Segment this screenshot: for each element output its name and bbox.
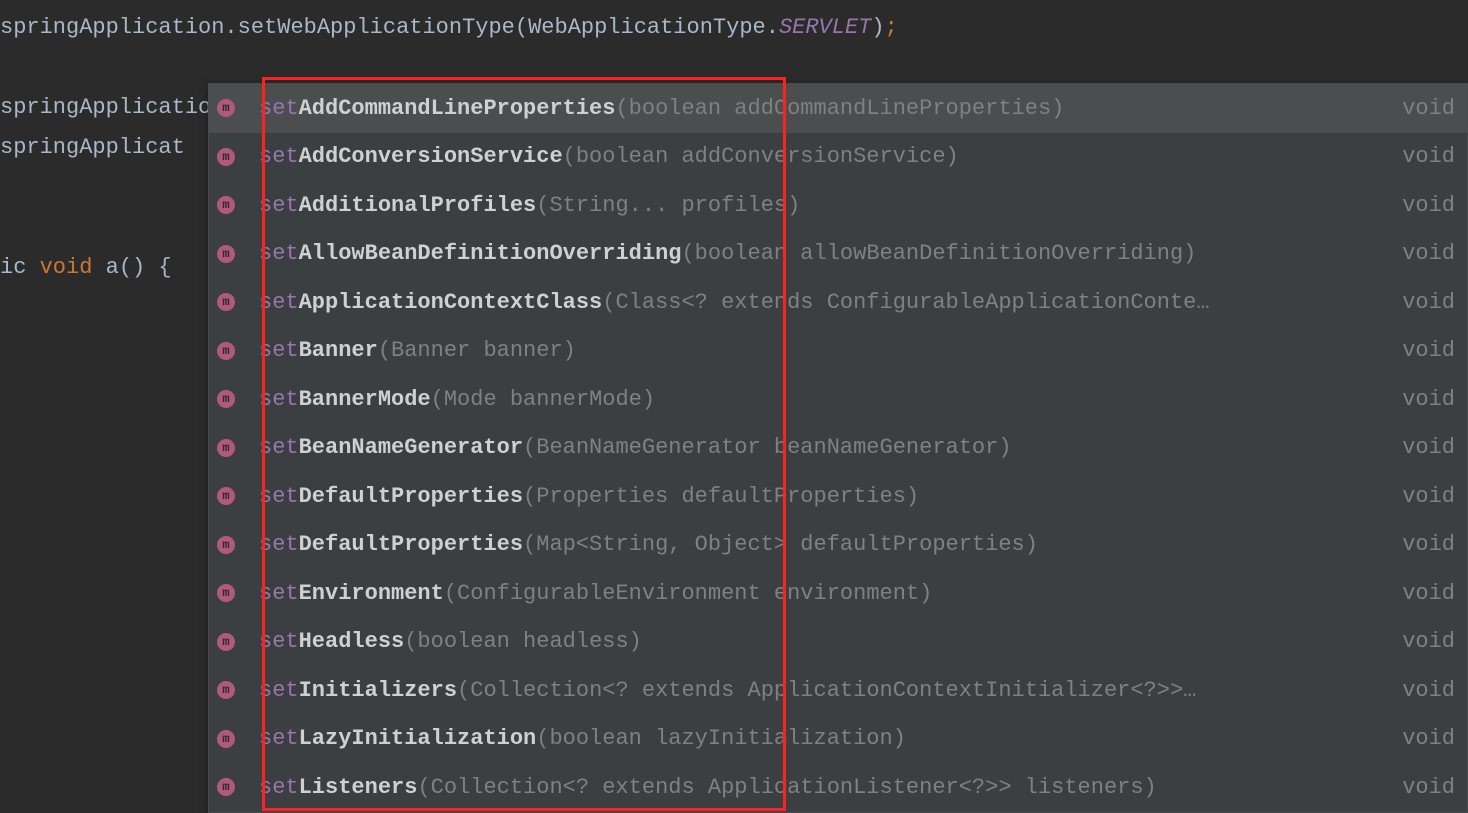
return-type: void <box>1402 193 1459 218</box>
completion-signature: setDefaultProperties(Properties defaultP… <box>259 484 1390 509</box>
completion-item[interactable]: m setDefaultProperties(Map<String, Object… <box>209 521 1467 570</box>
completion-signature: setBeanNameGenerator(BeanNameGenerator b… <box>259 435 1390 460</box>
code-line-blank-1 <box>0 48 1468 88</box>
method-icon: m <box>217 293 235 311</box>
completion-item[interactable]: m setAllowBeanDefinitionOverriding(boolea… <box>209 230 1467 279</box>
completion-item[interactable]: m setApplicationContextClass(Class<? exte… <box>209 278 1467 327</box>
completion-item[interactable]: m setListeners(Collection<? extends Appli… <box>209 763 1467 812</box>
return-type: void <box>1402 532 1459 557</box>
method-icon: m <box>217 778 235 796</box>
code-completion-popup[interactable]: m setAddCommandLineProperties(boolean add… <box>208 83 1468 813</box>
completion-item[interactable]: m setAddConversionService(boolean addConv… <box>209 133 1467 182</box>
completion-item[interactable]: m setEnvironment(ConfigurableEnvironment … <box>209 569 1467 618</box>
completion-signature: setAllowBeanDefinitionOverriding(boolean… <box>259 241 1390 266</box>
completion-signature: setListeners(Collection<? extends Applic… <box>259 775 1390 800</box>
completion-item[interactable]: m setHeadless(boolean headless) void <box>209 618 1467 667</box>
method-icon: m <box>217 681 235 699</box>
completion-item[interactable]: m setBanner(Banner banner) void <box>209 327 1467 376</box>
return-type: void <box>1402 387 1459 412</box>
method-icon: m <box>217 487 235 505</box>
completion-item[interactable]: m setLazyInitialization(boolean lazyIniti… <box>209 715 1467 764</box>
method-icon: m <box>217 196 235 214</box>
return-type: void <box>1402 96 1459 121</box>
return-type: void <box>1402 144 1459 169</box>
method-icon: m <box>217 390 235 408</box>
return-type: void <box>1402 678 1459 703</box>
completion-item[interactable]: m setInitializers(Collection<? extends Ap… <box>209 666 1467 715</box>
return-type: void <box>1402 290 1459 315</box>
completion-signature: setAdditionalProfiles(String... profiles… <box>259 193 1390 218</box>
completion-signature: setHeadless(boolean headless) <box>259 629 1390 654</box>
completion-item[interactable]: m setAdditionalProfiles(String... profile… <box>209 181 1467 230</box>
completion-signature: setEnvironment(ConfigurableEnvironment e… <box>259 581 1390 606</box>
completion-item[interactable]: m setBannerMode(Mode bannerMode) void <box>209 375 1467 424</box>
method-icon: m <box>217 730 235 748</box>
return-type: void <box>1402 775 1459 800</box>
completion-signature: setDefaultProperties(Map<String, Object>… <box>259 532 1390 557</box>
method-icon: m <box>217 342 235 360</box>
completion-signature: setBanner(Banner banner) <box>259 338 1390 363</box>
return-type: void <box>1402 629 1459 654</box>
return-type: void <box>1402 726 1459 751</box>
return-type: void <box>1402 435 1459 460</box>
completion-item[interactable]: m setBeanNameGenerator(BeanNameGenerator … <box>209 424 1467 473</box>
code-line-1: springApplication.setWebApplicationType(… <box>0 8 1468 48</box>
completion-signature: setLazyInitialization(boolean lazyInitia… <box>259 726 1390 751</box>
method-icon: m <box>217 148 235 166</box>
completion-signature: setApplicationContextClass(Class<? exten… <box>259 290 1390 315</box>
method-icon: m <box>217 439 235 457</box>
method-icon: m <box>217 536 235 554</box>
completion-signature: setAddCommandLineProperties(boolean addC… <box>259 96 1390 121</box>
completion-item[interactable]: m setDefaultProperties(Properties default… <box>209 472 1467 521</box>
return-type: void <box>1402 241 1459 266</box>
method-icon: m <box>217 584 235 602</box>
method-icon: m <box>217 633 235 651</box>
completion-item[interactable]: m setAddCommandLineProperties(boolean add… <box>209 84 1467 133</box>
completion-signature: setBannerMode(Mode bannerMode) <box>259 387 1390 412</box>
return-type: void <box>1402 484 1459 509</box>
completion-signature: setAddConversionService(boolean addConve… <box>259 144 1390 169</box>
return-type: void <box>1402 338 1459 363</box>
method-icon: m <box>217 245 235 263</box>
method-icon: m <box>217 99 235 117</box>
return-type: void <box>1402 581 1459 606</box>
completion-signature: setInitializers(Collection<? extends App… <box>259 678 1390 703</box>
